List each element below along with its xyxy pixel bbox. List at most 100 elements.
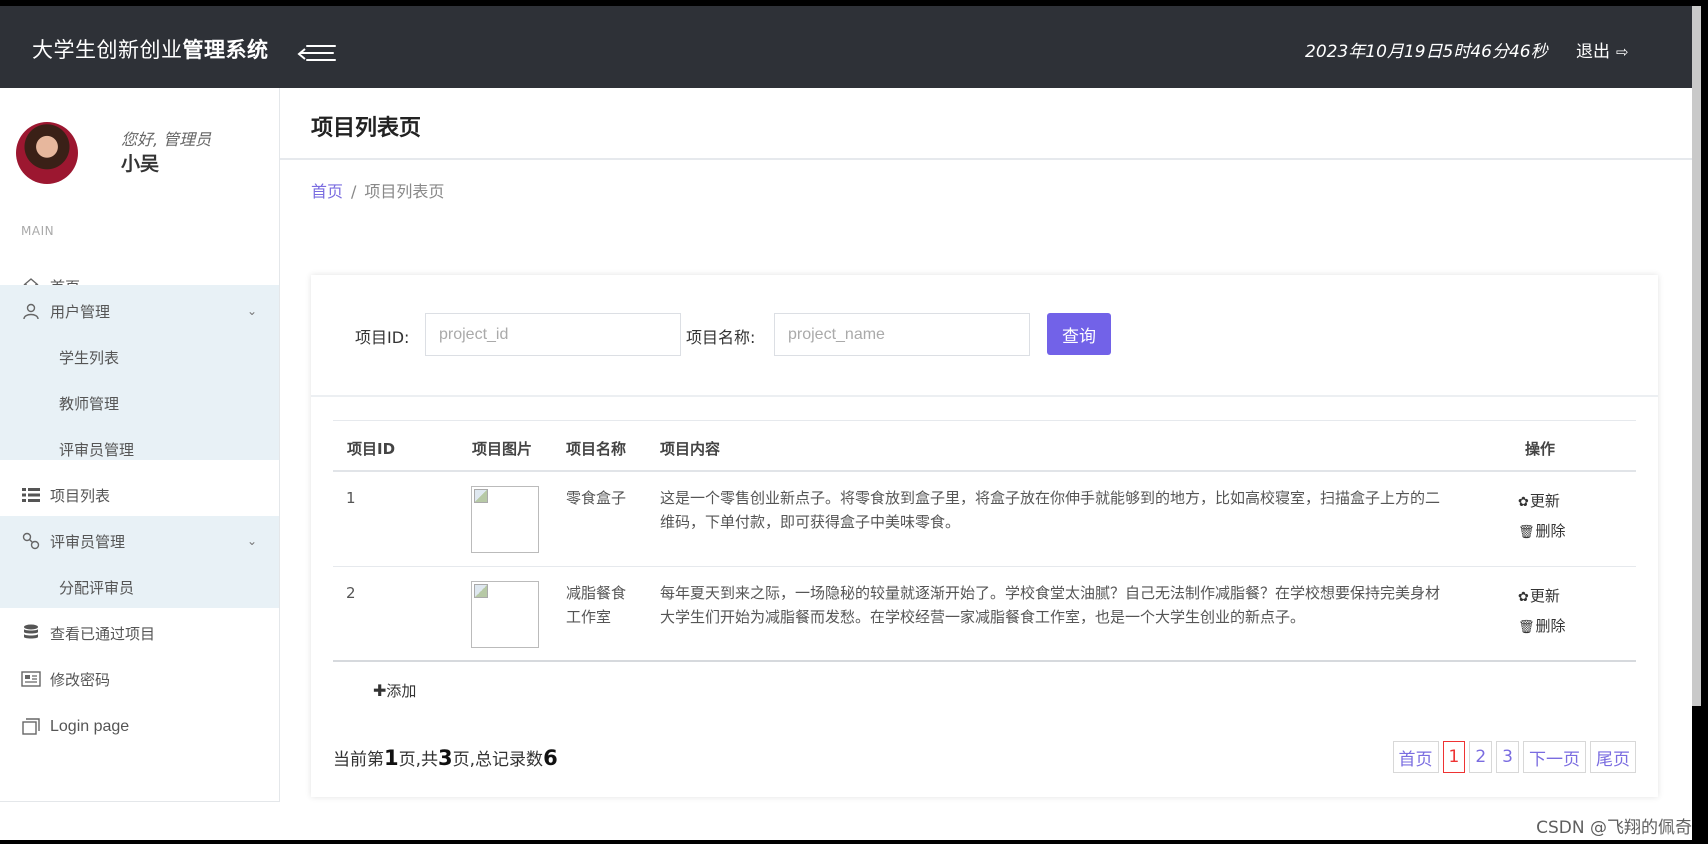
- sidebar-item-teacher-mgmt[interactable]: 教师管理: [0, 380, 279, 426]
- gear-icon: ✿: [1518, 495, 1529, 510]
- cell-content: 这是一个零售创业新点子。将零食放到盒子里，将盒子放在你伸手就能够到的地方，比如高…: [660, 486, 1500, 534]
- content-line: 这是一个零售创业新点子。将零食放到盒子里，将盒子放在你伸手就能够到的地方，比如高…: [660, 489, 1441, 507]
- sidebar-item-label: 查看已通过项目: [50, 624, 156, 643]
- brand-text-bold: 管理系统: [182, 38, 269, 62]
- page-title: 项目列表页: [311, 116, 422, 141]
- delete-button[interactable]: 🗑删除: [1518, 615, 1566, 636]
- column-header-content: 项目内容: [660, 440, 721, 458]
- chevron-down-icon: ⌄: [246, 534, 257, 548]
- content-line: 大学生们开始为减脂餐而发愁。在学校经营一家减脂餐食工作室，也是一个大学生创业的新…: [660, 608, 1306, 626]
- project-image: [471, 581, 539, 648]
- sidebar-item-user-mgmt[interactable]: 用户管理 ⌄: [0, 288, 279, 334]
- page-button-2[interactable]: 2: [1469, 741, 1493, 773]
- update-label: 更新: [1529, 587, 1560, 605]
- datetime-display: 2023年10月19日5时46分46秒: [1305, 42, 1548, 62]
- update-label: 更新: [1529, 492, 1560, 510]
- user-icon: [20, 300, 42, 322]
- column-header-name: 项目名称: [566, 440, 627, 458]
- page-info-text: 页,总记录数: [452, 750, 544, 770]
- current-page-number: 1: [384, 746, 399, 770]
- search-button[interactable]: 查询: [1047, 313, 1111, 355]
- name-line: 工作室: [566, 608, 612, 626]
- project-name-label: 项目名称:: [686, 328, 756, 347]
- page-button-1[interactable]: 1: [1442, 741, 1466, 773]
- logout-button[interactable]: 退出 ⇨: [1576, 37, 1629, 62]
- first-page-button[interactable]: 首页: [1392, 741, 1439, 773]
- total-pages-number: 3: [438, 746, 453, 770]
- column-header-id: 项目ID: [347, 440, 396, 458]
- pagination-info: 当前第1页,共3页,总记录数6: [333, 745, 558, 770]
- cell-id: 2: [346, 584, 356, 602]
- avatar: [16, 122, 78, 184]
- trash-icon: 🗑: [1518, 525, 1535, 540]
- sidebar-item-change-password[interactable]: 修改密码: [0, 656, 279, 702]
- sidebar-item-project-list[interactable]: 项目列表: [0, 472, 279, 518]
- table-row: 1 零食盒子 这是一个零售创业新点子。将零食放到盒子里，将盒子放在你伸手就能够到…: [333, 472, 1636, 567]
- page-button-3[interactable]: 3: [1496, 741, 1519, 773]
- brand-text-light: 大学生创新创业: [32, 38, 183, 62]
- sidebar-item-label: Login page: [50, 718, 130, 735]
- total-records-number: 6: [543, 746, 558, 770]
- window-icon: [20, 716, 42, 738]
- project-id-input[interactable]: [425, 313, 681, 356]
- breadcrumb-home-link[interactable]: 首页: [311, 182, 343, 201]
- name-line: 减脂餐食: [566, 584, 627, 602]
- pagination: 首页 1 2 3 下一页 尾页: [1392, 741, 1636, 773]
- gear-icon: ✿: [1518, 590, 1529, 605]
- divider: [280, 158, 1692, 160]
- sidebar-item-label: 修改密码: [50, 670, 111, 689]
- project-id-label: 项目ID:: [355, 328, 410, 347]
- sidebar-item-label: 用户管理: [50, 302, 111, 321]
- cell-name: 减脂餐食 工作室: [566, 581, 626, 629]
- page-info-text: 页,共: [398, 750, 439, 770]
- delete-label: 删除: [1535, 617, 1566, 635]
- list-icon: [20, 484, 42, 506]
- column-header-image: 项目图片: [472, 440, 533, 458]
- sign-out-icon: ⇨: [1616, 43, 1629, 61]
- link-icon: [20, 530, 42, 552]
- table-row: 2 减脂餐食 工作室 每年夏天到来之际，一场隐秘的较量就逐渐开始了。学校食堂太油…: [333, 567, 1636, 662]
- project-image: [471, 486, 539, 553]
- add-label: 添加: [386, 682, 417, 700]
- delete-button[interactable]: 🗑删除: [1518, 520, 1566, 541]
- update-button[interactable]: ✿更新: [1518, 585, 1560, 606]
- plus-icon: ✚: [373, 681, 387, 700]
- scrollbar[interactable]: [1692, 6, 1701, 706]
- chevron-down-icon: ⌄: [246, 304, 257, 318]
- sidebar-item-student-list[interactable]: 学生列表: [0, 334, 279, 380]
- add-project-button[interactable]: ✚添加: [373, 680, 416, 701]
- sidebar-item-label: 项目列表: [50, 486, 111, 505]
- cell-id: 1: [346, 489, 356, 507]
- sidebar-item-assign-reviewer[interactable]: 分配评审员: [0, 564, 279, 610]
- menu-toggle-icon[interactable]: [297, 45, 339, 63]
- breadcrumb-current: 项目列表页: [364, 182, 445, 201]
- sidebar-section-label: MAIN: [21, 224, 55, 238]
- watermark: CSDN @飞翔的佩奇: [1536, 818, 1692, 838]
- column-header-actions: 操作: [1525, 440, 1556, 458]
- content-line: 维码，下单付款，即可获得盒子中美味零食。: [660, 513, 961, 531]
- update-button[interactable]: ✿更新: [1518, 490, 1560, 511]
- page-info-text: 当前第: [333, 750, 384, 770]
- database-icon: [20, 622, 42, 644]
- sidebar-item-reviewer-list[interactable]: 评审员管理: [0, 426, 279, 472]
- cell-content: 每年夏天到来之际，一场隐秘的较量就逐渐开始了。学校食堂太油腻？自己无法制作减脂餐…: [660, 581, 1500, 629]
- logout-label: 退出: [1576, 42, 1610, 62]
- project-name-input[interactable]: [774, 313, 1030, 356]
- user-name: 小吴: [121, 153, 160, 175]
- app-brand[interactable]: 大学生创新创业管理系统: [32, 34, 269, 64]
- delete-label: 删除: [1535, 522, 1566, 540]
- sidebar-item-approved[interactable]: 查看已通过项目: [0, 610, 279, 656]
- top-navbar: 大学生创新创业管理系统 2023年10月19日5时46分46秒 退出 ⇨: [0, 6, 1692, 88]
- next-page-button[interactable]: 下一页: [1523, 741, 1586, 773]
- project-list-card: 项目ID: 项目名称: 查询 项目ID 项目图片 项目名称 项目内容 操作 1 …: [311, 275, 1658, 797]
- search-form: 项目ID: 项目名称: 查询: [311, 275, 1658, 397]
- sidebar-item-label: 评审员管理: [50, 532, 126, 551]
- trash-icon: 🗑: [1518, 620, 1535, 635]
- content-line: 每年夏天到来之际，一场隐秘的较量就逐渐开始了。学校食堂太油腻？自己无法制作减脂餐…: [660, 584, 1441, 602]
- sidebar: 您好, 管理员 小吴 MAIN 首页 用户管理 ⌄ 学生列表 教师管理 评审员管…: [0, 88, 280, 802]
- sidebar-item-reviewer-mgmt[interactable]: 评审员管理 ⌄: [0, 518, 279, 564]
- greeting-text: 您好, 管理员: [121, 130, 212, 149]
- last-page-button[interactable]: 尾页: [1590, 741, 1636, 773]
- sidebar-item-login-page[interactable]: Login page: [0, 704, 279, 750]
- breadcrumb-separator: /: [351, 182, 357, 201]
